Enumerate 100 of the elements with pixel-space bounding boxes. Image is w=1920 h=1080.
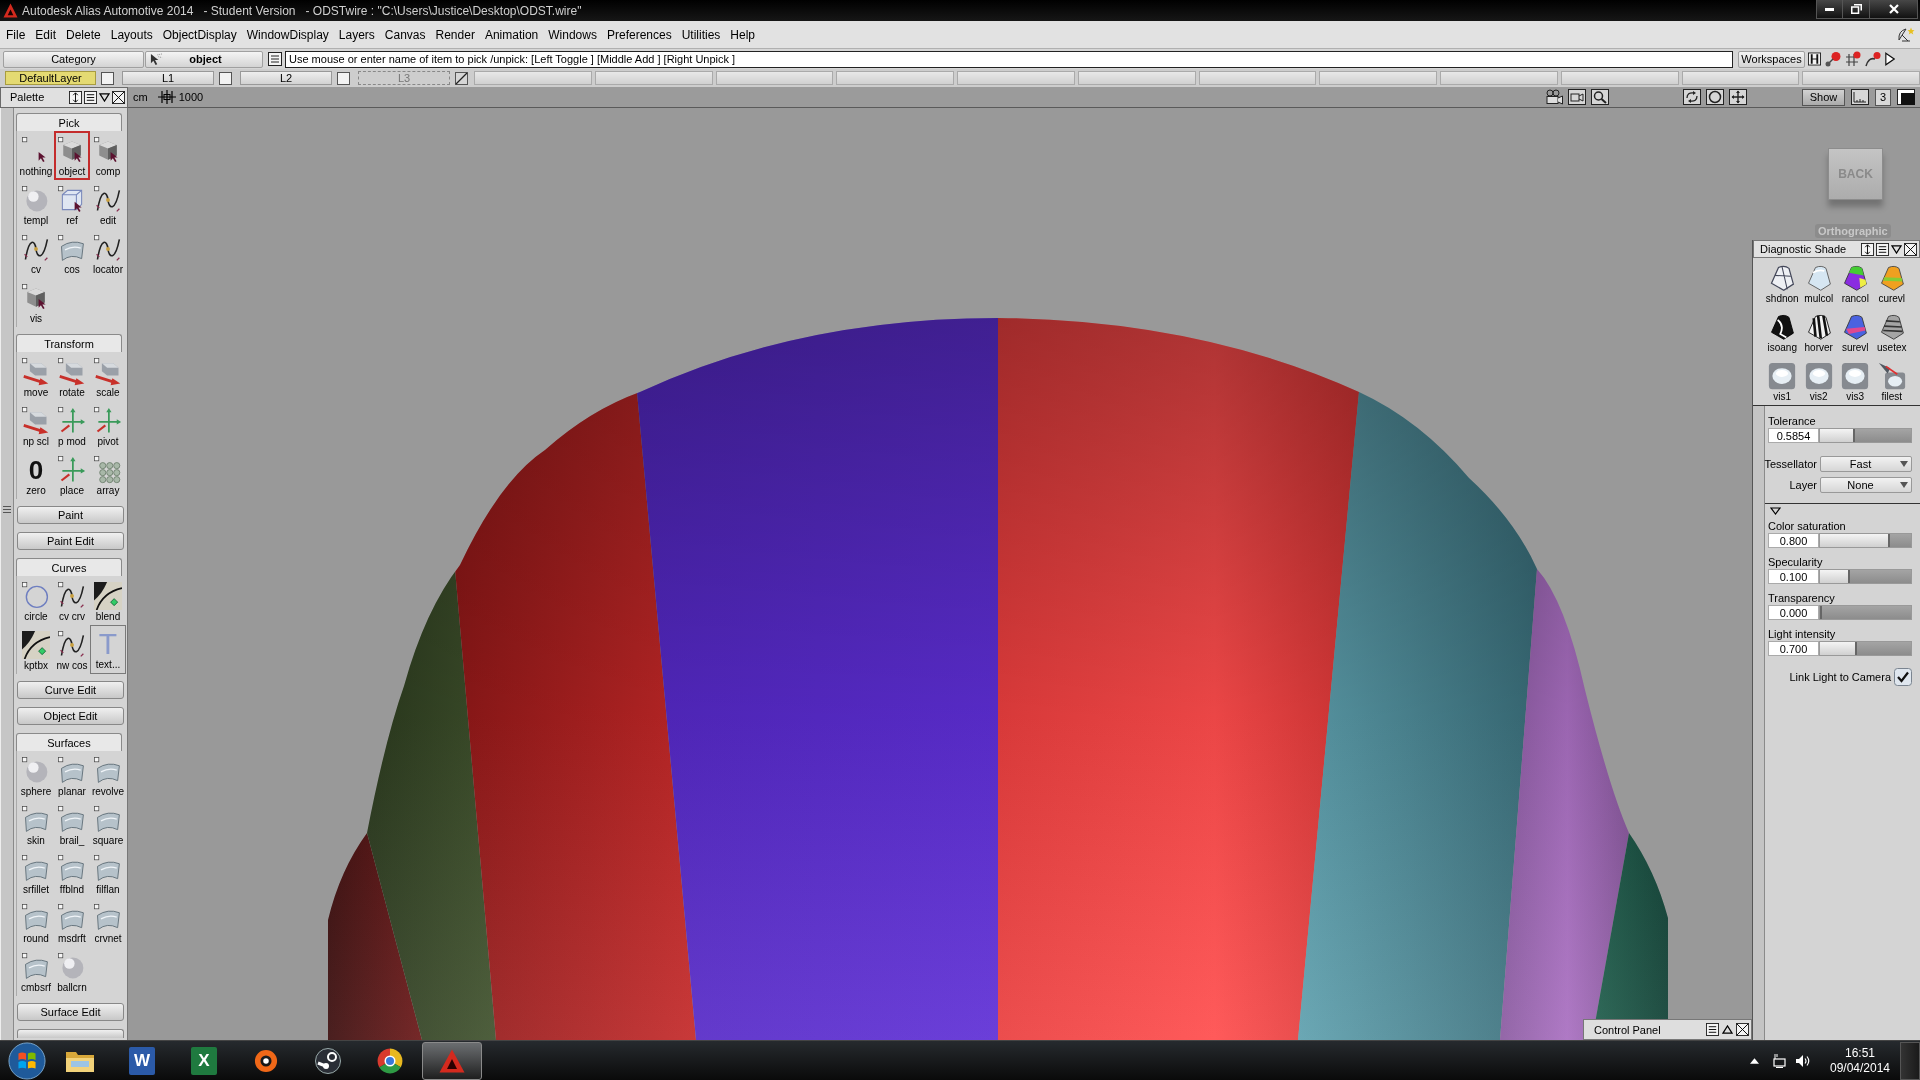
palette-tool[interactable]: blend <box>90 576 126 625</box>
palette-tool[interactable]: sphere <box>18 751 54 800</box>
palette-tool[interactable]: ffblnd <box>54 849 90 898</box>
filled-square-icon[interactable] <box>1897 89 1915 105</box>
menu-item[interactable]: Windows <box>543 27 602 42</box>
shade-mode-button[interactable]: isoang <box>1764 307 1801 356</box>
list-icon[interactable] <box>268 52 282 66</box>
film-camera-icon[interactable] <box>1545 89 1563 105</box>
move-arrows-icon[interactable] <box>1729 89 1747 105</box>
shade-mode-button[interactable]: filest <box>1873 356 1910 405</box>
palette-tool[interactable]: object <box>54 131 90 180</box>
ruler-icon[interactable] <box>1851 89 1869 105</box>
layer-checkbox[interactable] <box>455 71 468 85</box>
palette-tool[interactable]: kptbx <box>18 625 54 674</box>
triangle-down-icon[interactable] <box>1770 507 1781 515</box>
palette-tool[interactable]: crvnet <box>90 898 126 947</box>
section-tab[interactable]: Surfaces <box>16 733 122 751</box>
value-field[interactable]: 0.000 <box>1768 605 1819 620</box>
dropdown[interactable]: Fast <box>1820 456 1912 472</box>
section-button[interactable]: Curve Edit <box>17 681 124 699</box>
palette-tool[interactable]: ballcrn <box>54 947 90 996</box>
close-button[interactable] <box>1870 0 1918 19</box>
tray-arrow-icon[interactable] <box>1750 1057 1759 1064</box>
close-icon[interactable] <box>1904 242 1917 256</box>
palette-tool[interactable]: comp <box>90 131 126 180</box>
taskbar-button[interactable]: W <box>112 1041 172 1080</box>
palette-tool[interactable]: skin <box>18 800 54 849</box>
palette-tool[interactable]: place <box>54 450 90 499</box>
palette-tool[interactable]: planar <box>54 751 90 800</box>
circle-box-icon[interactable] <box>1706 89 1724 105</box>
menu-item[interactable]: Canvas <box>379 27 431 42</box>
palette-tool[interactable]: cos <box>54 229 90 278</box>
palette-tool[interactable]: p mod <box>54 401 90 450</box>
grid-snap-icon[interactable] <box>157 90 176 104</box>
shade-mode-button[interactable]: curevl <box>1873 258 1910 307</box>
palette-tool[interactable]: cv <box>18 229 54 278</box>
menu-item[interactable]: Help <box>725 27 760 42</box>
section-button[interactable]: Paint Edit <box>17 532 124 550</box>
palette-tool[interactable]: array <box>90 450 126 499</box>
shade-mode-button[interactable]: shdnon <box>1764 258 1801 307</box>
menu-item[interactable]: File <box>1 27 31 42</box>
shade-mode-button[interactable]: horver <box>1800 307 1837 356</box>
palette-tool[interactable]: brail_ <box>54 800 90 849</box>
satellite-dish-icon[interactable] <box>1898 27 1915 42</box>
shade-mode-button[interactable]: usetex <box>1873 307 1910 356</box>
slider-fill[interactable] <box>1820 534 1891 547</box>
section-tab[interactable]: Pick <box>16 113 122 131</box>
layout-button[interactable]: 3 <box>1875 88 1891 106</box>
grid-pin-icon[interactable] <box>1845 51 1861 67</box>
palette-tool[interactable]: locator <box>90 229 126 278</box>
scrollbar[interactable] <box>0 108 14 1040</box>
grip-icon[interactable] <box>3 506 11 513</box>
play-icon[interactable] <box>1885 52 1895 66</box>
restore-button[interactable] <box>1843 0 1870 19</box>
value-field[interactable]: 0.800 <box>1768 533 1819 548</box>
section-tab[interactable]: Transform <box>16 334 122 352</box>
camera-box-icon[interactable] <box>1568 89 1586 105</box>
slider-fill[interactable] <box>1820 642 1858 655</box>
list-icon[interactable] <box>1706 1023 1719 1036</box>
triangle-up-icon[interactable] <box>1722 1025 1733 1034</box>
start-orb-icon[interactable] <box>8 1041 46 1080</box>
palette-tool[interactable]: vis <box>18 278 54 327</box>
palette-tool[interactable]: nw cos <box>54 625 90 674</box>
minimize-button[interactable] <box>1816 0 1843 19</box>
palette-tool[interactable]: np scl <box>18 401 54 450</box>
palette-tool[interactable]: 0 zero <box>18 450 54 499</box>
menu-item[interactable]: Layouts <box>105 27 158 42</box>
shade-mode-button[interactable]: vis2 <box>1800 356 1837 405</box>
vertical-arrows-icon[interactable] <box>1861 242 1874 256</box>
palette-tool[interactable]: circle <box>18 576 54 625</box>
menu-item[interactable]: Layers <box>333 27 380 42</box>
bars-icon[interactable] <box>1808 52 1821 66</box>
menu-item[interactable]: Animation <box>479 27 544 42</box>
palette-tool[interactable]: move <box>18 352 54 401</box>
palette-tool[interactable]: edit <box>90 180 126 229</box>
scrollbar[interactable] <box>1753 406 1765 1040</box>
curve-pin-icon[interactable] <box>1865 51 1881 67</box>
menu-item[interactable]: Utilities <box>676 27 726 42</box>
palette-tool[interactable]: round <box>18 898 54 947</box>
close-icon[interactable] <box>112 90 125 104</box>
palette-tool[interactable]: pivot <box>90 401 126 450</box>
palette-tool[interactable]: templ <box>18 180 54 229</box>
palette-tool[interactable]: revolve <box>90 751 126 800</box>
shade-mode-button[interactable]: rancol <box>1837 258 1874 307</box>
section-button[interactable]: Paint <box>17 506 124 524</box>
prompt-field[interactable]: Use mouse or enter name of item to pick /unpick: [Left Toggle ] [Middle Add ] [Right Unpick ] <box>285 50 1733 68</box>
speaker-icon[interactable] <box>1795 1053 1811 1068</box>
show-button[interactable]: Show <box>1802 88 1845 106</box>
menu-item[interactable]: Edit <box>30 27 62 42</box>
triangle-down-icon[interactable] <box>99 92 110 102</box>
section-button[interactable]: Surface Edit <box>17 1003 124 1021</box>
palette-tool[interactable]: ref <box>54 180 90 229</box>
layer-checkbox[interactable] <box>101 71 114 85</box>
menu-item[interactable]: Delete <box>61 27 106 42</box>
shade-mode-button[interactable]: mulcol <box>1800 258 1837 307</box>
shade-mode-button[interactable]: vis3 <box>1837 356 1874 405</box>
layer-button[interactable]: DefaultLayer <box>5 71 96 85</box>
layer-button[interactable]: L1 <box>122 71 214 85</box>
taskbar-button[interactable]: X <box>174 1041 234 1080</box>
shade-mode-button[interactable]: surevl <box>1837 307 1874 356</box>
